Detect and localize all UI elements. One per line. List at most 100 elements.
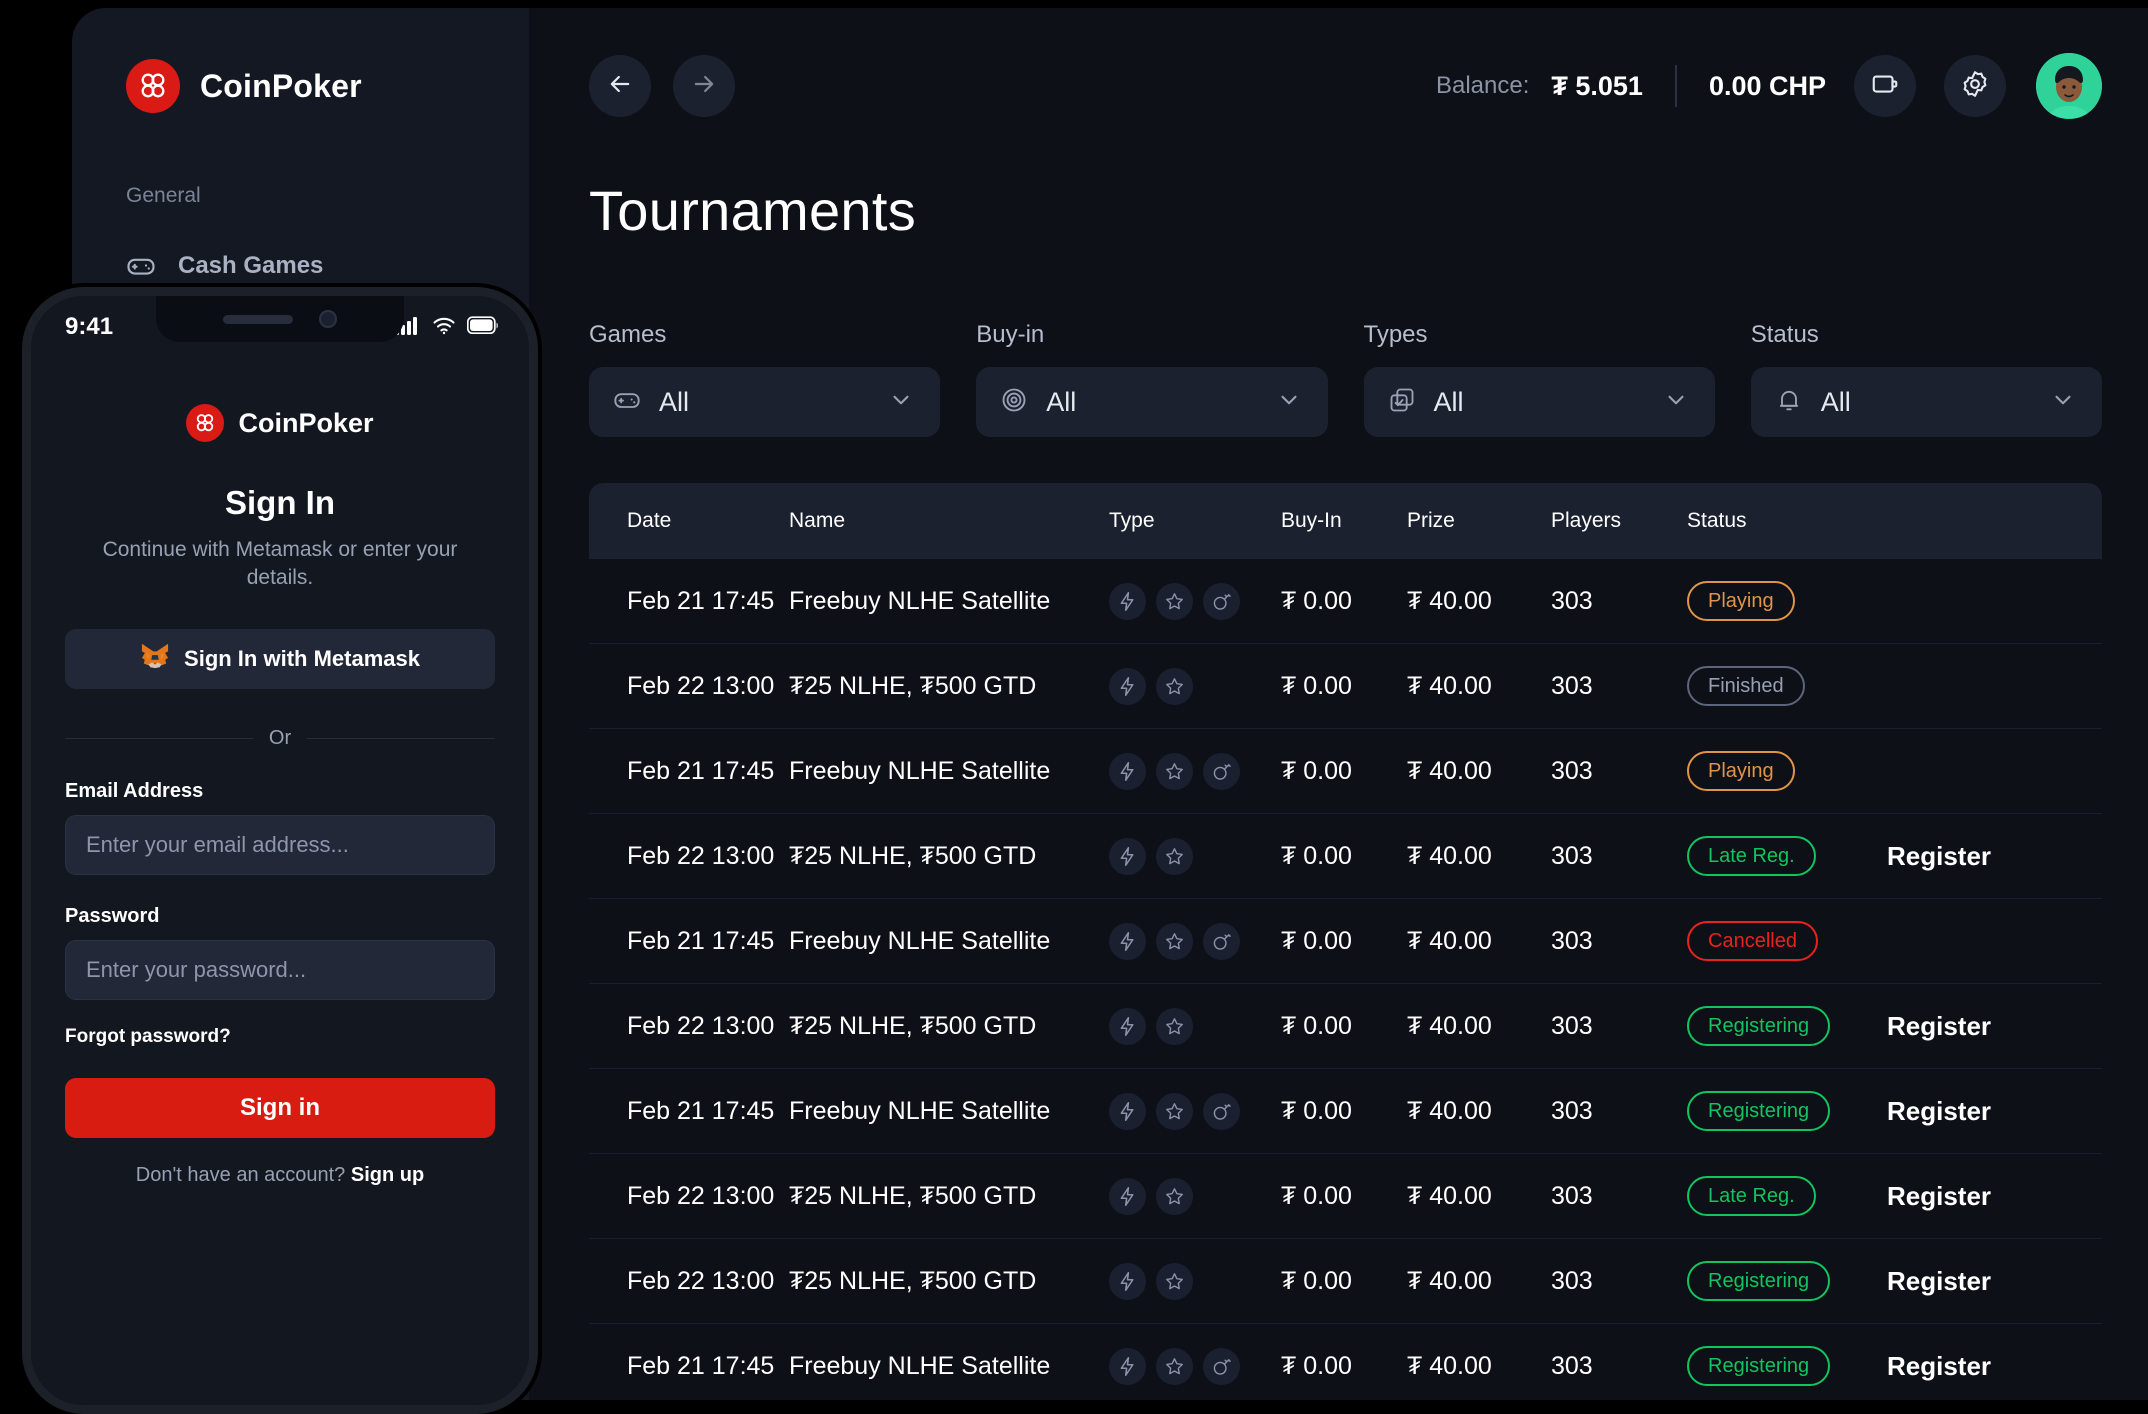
filter-status: Status All [1750,321,2102,437]
filter-types: Types All [1363,321,1715,437]
table-row[interactable]: Feb 22 13:00 ₮25 NLHE, ₮500 GTD ₮ 0.00 ₮ 40… [589,1154,2102,1239]
bomb-icon[interactable] [1203,752,1240,790]
bolt-icon[interactable] [1109,667,1146,705]
avatar[interactable] [2036,53,2102,119]
password-field[interactable]: Enter your password... [65,939,495,1000]
cell-prize: ₮ 40.00 [1407,671,1492,700]
signup-link[interactable]: Sign up [351,1164,424,1186]
cell-buyin: ₮ 0.00 [1281,586,1352,615]
star-icon[interactable] [1156,837,1193,875]
cell-buyin: ₮ 0.00 [1281,1266,1352,1295]
table-row[interactable]: Feb 21 17:45 Freebuy NLHE Satellite ₮ 0.00… [589,899,2102,984]
filter-games: Games All [589,321,941,437]
buyin-filter-select[interactable]: All [976,367,1328,437]
mobile-screen: 9:41 CoinPoker Sign In Continue with Met… [31,296,529,1405]
games-filter-select[interactable]: All [589,367,941,437]
table-row[interactable]: Feb 22 13:00 ₮25 NLHE, ₮500 GTD ₮ 0.00 ₮ 40… [589,644,2102,729]
column-header-status[interactable]: Status [1687,509,1887,533]
star-icon[interactable] [1156,752,1193,790]
signin-subtitle: Continue with Metamask or enter your det… [102,538,458,590]
table-row[interactable]: Feb 21 17:45 Freebuy NLHE Satellite ₮ 0.00… [589,1324,2102,1400]
bolt-icon[interactable] [1109,1262,1146,1300]
cell-status: Registering [1687,1346,1887,1386]
column-header-buyin[interactable]: Buy-In [1281,509,1407,533]
bolt-icon[interactable] [1109,752,1146,790]
register-button[interactable]: Register [1887,841,1991,871]
divider-or: Or [65,727,495,750]
register-button[interactable]: Register [1887,1266,1991,1296]
bomb-icon[interactable] [1203,1092,1240,1130]
sidebar-brand[interactable]: CoinPoker [72,56,529,116]
star-icon[interactable] [1156,667,1193,705]
register-button[interactable]: Register [1887,1351,1991,1381]
table-row[interactable]: Feb 22 13:00 ₮25 NLHE, ₮500 GTD ₮ 0.00 ₮ 40… [589,984,2102,1069]
cell-name: ₮25 NLHE, ₮500 GTD [789,1011,1037,1040]
email-field[interactable]: Enter your email address... [65,814,495,875]
status-filter-select[interactable]: All [1750,367,2102,437]
column-header-prize[interactable]: Prize [1407,509,1551,533]
register-button[interactable]: Register [1887,1011,1991,1041]
forgot-password-link[interactable]: Forgot password? [65,1026,495,1048]
types-filter-value: All [1433,386,1464,417]
cell-name: Freebuy NLHE Satellite [789,1096,1051,1125]
gamepad-icon [613,386,641,419]
cell-status: Late Reg. [1687,1176,1887,1216]
bolt-icon[interactable] [1109,1007,1146,1045]
bolt-icon[interactable] [1109,922,1146,960]
cell-date: Feb 21 17:45 [627,1351,775,1380]
cell-players: 303 [1551,671,1593,700]
table-row[interactable]: Feb 21 17:45 Freebuy NLHE Satellite ₮ 0.00… [589,729,2102,814]
back-button[interactable] [589,55,651,117]
table-row[interactable]: Feb 22 13:00 ₮25 NLHE, ₮500 GTD ₮ 0.00 ₮ 40… [589,814,2102,899]
bolt-icon[interactable] [1109,1347,1146,1385]
star-icon[interactable] [1156,1092,1193,1130]
star-icon[interactable] [1156,1347,1193,1385]
cell-date: Feb 21 17:45 [627,1096,775,1125]
register-button[interactable]: Register [1887,1096,1991,1126]
bolt-icon[interactable] [1109,1177,1146,1215]
bomb-icon[interactable] [1203,582,1240,620]
wallet-icon [1870,69,1900,104]
star-icon[interactable] [1156,1177,1193,1215]
cell-name: ₮25 NLHE, ₮500 GTD [789,841,1037,870]
cell-type [1109,1007,1281,1045]
forward-button[interactable] [673,55,735,117]
signin-button[interactable]: Sign in [65,1077,495,1138]
metamask-signin-button[interactable]: Sign In with Metamask [65,628,495,689]
table-header-row: Date Name Type Buy-In Prize Players Stat… [589,483,2102,559]
types-filter-select[interactable]: All [1363,367,1715,437]
bomb-icon[interactable] [1203,1347,1240,1385]
cell-status: Finished [1687,666,1887,706]
cell-name: Freebuy NLHE Satellite [789,926,1051,955]
bomb-icon[interactable] [1203,922,1240,960]
mobile-brand-name: CoinPoker [238,407,374,438]
column-header-players[interactable]: Players [1551,509,1687,533]
cell-name: Freebuy NLHE Satellite [789,756,1051,785]
star-icon[interactable] [1156,582,1193,620]
wallet-button[interactable] [1854,55,1916,117]
bolt-icon[interactable] [1109,837,1146,875]
column-header-type[interactable]: Type [1109,509,1281,533]
cell-buyin: ₮ 0.00 [1281,671,1352,700]
column-header-name[interactable]: Name [789,509,1109,533]
password-placeholder: Enter your password... [86,956,307,982]
cell-prize: ₮ 40.00 [1407,1096,1492,1125]
star-icon[interactable] [1156,1007,1193,1045]
column-header-date[interactable]: Date [589,509,789,533]
register-button[interactable]: Register [1887,1181,1991,1211]
filter-buyin: Buy-in All [976,321,1328,437]
settings-button[interactable] [1944,55,2006,117]
cell-prize: ₮ 40.00 [1407,1351,1492,1380]
bolt-icon[interactable] [1109,582,1146,620]
cell-players: 303 [1551,1181,1593,1210]
star-icon[interactable] [1156,1262,1193,1300]
cell-players: 303 [1551,1351,1593,1380]
cell-players: 303 [1551,1011,1593,1040]
sidebar-item-cash-games[interactable]: Cash Games [72,244,529,288]
star-icon[interactable] [1156,922,1193,960]
cell-action: Register [1887,1351,2102,1382]
table-row[interactable]: Feb 21 17:45 Freebuy NLHE Satellite ₮ 0.00… [589,1069,2102,1154]
bolt-icon[interactable] [1109,1092,1146,1130]
table-row[interactable]: Feb 21 17:45 Freebuy NLHE Satellite ₮ 0.00… [589,559,2102,644]
table-row[interactable]: Feb 22 13:00 ₮25 NLHE, ₮500 GTD ₮ 0.00 ₮ 40… [589,1239,2102,1324]
